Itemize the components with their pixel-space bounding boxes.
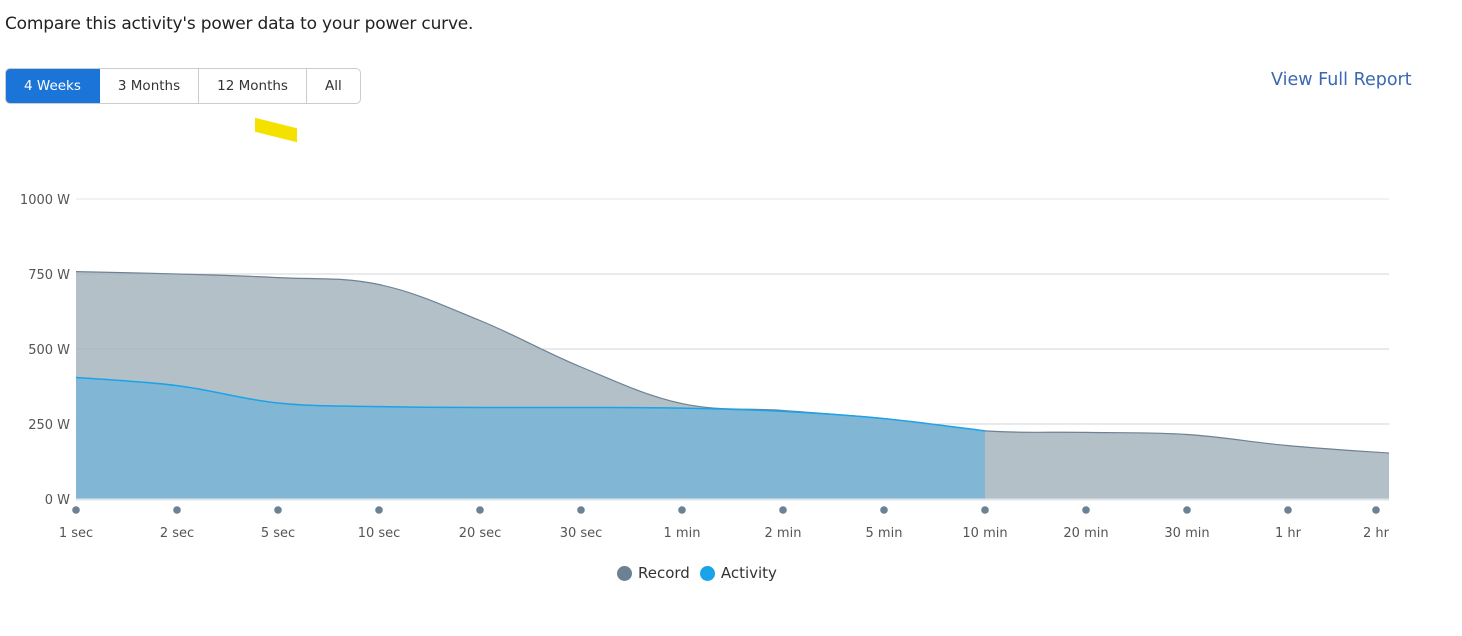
- x-tick-label: 2 min: [765, 526, 802, 541]
- x-tick-marker: [1284, 506, 1292, 514]
- x-tick-marker: [981, 506, 989, 514]
- activity-legend-dot-icon: [699, 565, 715, 581]
- series-areas: [75, 271, 1390, 499]
- y-tick-label: 0 W: [45, 493, 70, 508]
- y-tick-label: 250 W: [28, 418, 70, 433]
- x-tick-label: 1 min: [664, 526, 701, 541]
- y-tick-label: 750 W: [28, 268, 70, 283]
- x-tick-marker: [72, 506, 80, 514]
- y-axis: 0 W 250 W 500 W 750 W 1000 W: [20, 193, 70, 508]
- x-tick-label: 5 sec: [261, 526, 295, 541]
- x-tick-label: 2 sec: [160, 526, 194, 541]
- range-button-12-months[interactable]: 12 Months: [199, 69, 307, 103]
- x-tick-label: 20 min: [1063, 526, 1108, 541]
- range-button-all[interactable]: All: [307, 69, 360, 103]
- x-tick-marker: [173, 506, 181, 514]
- legend-label-activity: Activity: [720, 564, 777, 582]
- x-tick-marker: [476, 506, 484, 514]
- x-tick-label: 5 min: [866, 526, 903, 541]
- x-tick-marker: [375, 506, 383, 514]
- x-tick-marker: [880, 506, 888, 514]
- x-tick-marker: [274, 506, 282, 514]
- x-tick-label: 10 sec: [358, 526, 401, 541]
- x-tick-label: 30 sec: [560, 526, 603, 541]
- x-tick-marker: [1372, 506, 1380, 514]
- legend-item-record[interactable]: Record: [617, 564, 690, 582]
- x-tick-label: 2 hr: [1363, 526, 1390, 541]
- legend-label-record: Record: [638, 564, 690, 582]
- x-tick-label: 30 min: [1164, 526, 1209, 541]
- x-tick-marker: [1082, 506, 1090, 514]
- x-tick-label: 10 min: [962, 526, 1007, 541]
- legend-item-activity[interactable]: Activity: [699, 564, 777, 582]
- y-tick-label: 500 W: [28, 343, 70, 358]
- x-tick-marker: [577, 506, 585, 514]
- x-axis: 1 sec 2 sec 5 sec 10 sec 20 sec 30 sec 1 min 2 …: [59, 498, 1390, 541]
- record-legend-dot-icon: [617, 565, 632, 581]
- x-tick-marker: [779, 506, 787, 514]
- range-button-4-weeks[interactable]: 4 Weeks: [6, 69, 100, 103]
- x-tick-label: 1 hr: [1275, 526, 1302, 541]
- x-tick-label: 20 sec: [459, 526, 502, 541]
- range-button-3-months[interactable]: 3 Months: [100, 69, 200, 103]
- intro-text: Compare this activity's power data to yo…: [5, 14, 474, 34]
- chart-legend: Record Activity: [617, 564, 777, 582]
- x-tick-label: 1 sec: [59, 526, 93, 541]
- x-tick-marker: [678, 506, 686, 514]
- view-full-report-link[interactable]: View Full Report: [1271, 70, 1412, 90]
- power-curve-chart: 0 W 250 W 500 W 750 W 1000 W 1 sec 2 sec 5 sec…: [20, 193, 1390, 541]
- x-tick-marker: [1183, 506, 1191, 514]
- y-tick-label: 1000 W: [20, 193, 70, 208]
- highlight-annotation-mark: [255, 117, 297, 143]
- date-range-selector: 4 Weeks 3 Months 12 Months All: [5, 68, 361, 104]
